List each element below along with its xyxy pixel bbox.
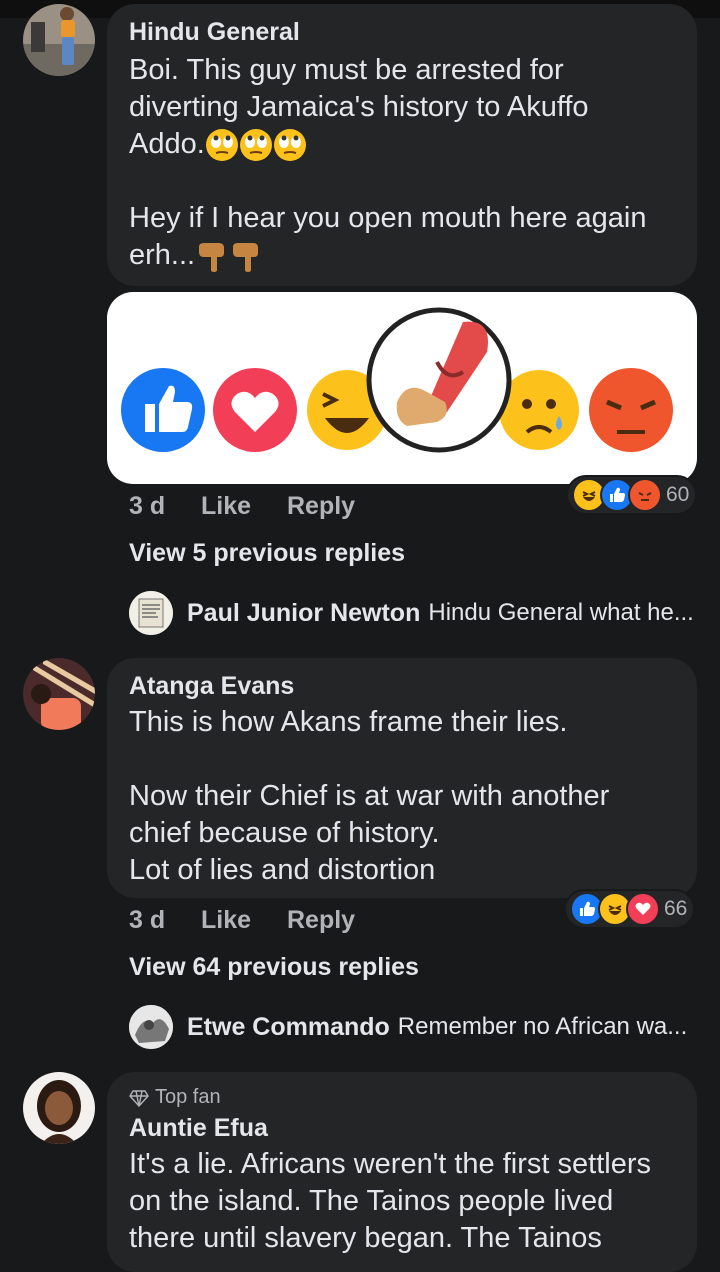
view-previous-replies[interactable]: View 64 previous replies bbox=[129, 953, 419, 982]
eye-roll-emoji-icon bbox=[205, 128, 238, 161]
sticker-graphic bbox=[121, 307, 673, 453]
top-fan-label: Top fan bbox=[155, 1086, 221, 1108]
comment-text: It's a lie. Africans weren't the first s… bbox=[129, 1146, 689, 1257]
angry-reaction-icon bbox=[628, 478, 662, 512]
like-reaction-icon bbox=[121, 368, 205, 452]
reaction-summary[interactable]: 66 bbox=[566, 891, 694, 927]
comment-bubble: Top fan Auntie Efua It's a lie. Africans… bbox=[107, 1072, 697, 1272]
avatar[interactable] bbox=[23, 658, 95, 730]
avatar[interactable] bbox=[23, 4, 95, 76]
comment-line-with-emoji: erh... bbox=[129, 237, 689, 274]
reaction-summary[interactable]: 60 bbox=[568, 477, 696, 513]
reaction-sticker-image[interactable] bbox=[107, 292, 697, 484]
diamond-icon bbox=[129, 1089, 149, 1107]
like-button[interactable]: Like bbox=[201, 492, 251, 521]
comment-line: Lot of lies and distortion bbox=[129, 854, 436, 886]
comment-author[interactable]: Atanga Evans bbox=[129, 672, 294, 701]
avatar bbox=[129, 591, 173, 635]
reply-button[interactable]: Reply bbox=[287, 906, 355, 935]
reply-author[interactable]: Paul Junior Newton bbox=[187, 599, 420, 628]
comment-line: chief because of history. bbox=[129, 817, 440, 849]
comment-time: 3 d bbox=[129, 906, 166, 934]
eye-roll-emoji-icon bbox=[273, 128, 306, 161]
love-reaction-icon bbox=[626, 892, 660, 926]
comment-text: Boi. This guy must be arrested for diver… bbox=[129, 52, 689, 274]
comment-line: Boi. This guy must be arrested for bbox=[129, 54, 564, 86]
comment-line: Hey if I hear you open mouth here again bbox=[129, 202, 647, 234]
eye-roll-emoji-icon bbox=[239, 128, 272, 161]
angry-reaction-icon bbox=[589, 368, 673, 452]
comment-line: diverting Jamaica's history to Akuffo bbox=[129, 91, 589, 123]
top-fan-badge: Top fan bbox=[129, 1086, 221, 1109]
avatar bbox=[129, 1005, 173, 1049]
comment-line: on the island. The Tainos people lived bbox=[129, 1185, 614, 1217]
reply-button[interactable]: Reply bbox=[287, 492, 355, 521]
reply-author[interactable]: Etwe Commando bbox=[187, 1013, 390, 1042]
comment-line: It's a lie. Africans weren't the first s… bbox=[129, 1148, 651, 1180]
reaction-count: 66 bbox=[664, 897, 688, 920]
comment-bubble: Hindu General Boi. This guy must be arre… bbox=[107, 4, 697, 286]
pointing-down-emoji-icon bbox=[199, 242, 225, 272]
comment-bubble: Atanga Evans This is how Akans frame the… bbox=[107, 658, 697, 898]
pointing-down-emoji-icon bbox=[233, 242, 259, 272]
comment-author[interactable]: Hindu General bbox=[129, 18, 300, 47]
comment-actions: 3 d Like Reply bbox=[129, 906, 429, 936]
comment-author[interactable]: Auntie Efua bbox=[129, 1114, 268, 1143]
comment-line-with-emoji: Addo. bbox=[129, 126, 689, 163]
comment-line: there until slavery began. The Tainos bbox=[129, 1222, 602, 1254]
comment-text: This is how Akans frame their lies. Now … bbox=[129, 704, 689, 889]
reply-snippet: Remember no African wa... bbox=[397, 1013, 688, 1040]
comment-line: Addo. bbox=[129, 128, 205, 160]
comment-time: 3 d bbox=[129, 492, 166, 520]
comment-line: erh... bbox=[129, 239, 196, 271]
comment-line: This is how Akans frame their lies. bbox=[129, 706, 568, 738]
reaction-count: 60 bbox=[666, 483, 690, 506]
view-previous-replies[interactable]: View 5 previous replies bbox=[129, 539, 405, 568]
comment-actions: 3 d Like Reply bbox=[129, 492, 429, 522]
reply-snippet: Hindu General what he... bbox=[428, 599, 694, 626]
slipper-icon bbox=[366, 307, 512, 453]
reply-preview[interactable]: Etwe Commando Remember no African wa... bbox=[129, 1005, 687, 1049]
like-button[interactable]: Like bbox=[201, 906, 251, 935]
love-reaction-icon bbox=[213, 368, 297, 452]
avatar[interactable] bbox=[23, 1072, 95, 1144]
comment-line: Now their Chief is at war with another bbox=[129, 780, 610, 812]
reply-preview[interactable]: Paul Junior Newton Hindu General what he… bbox=[129, 591, 694, 635]
